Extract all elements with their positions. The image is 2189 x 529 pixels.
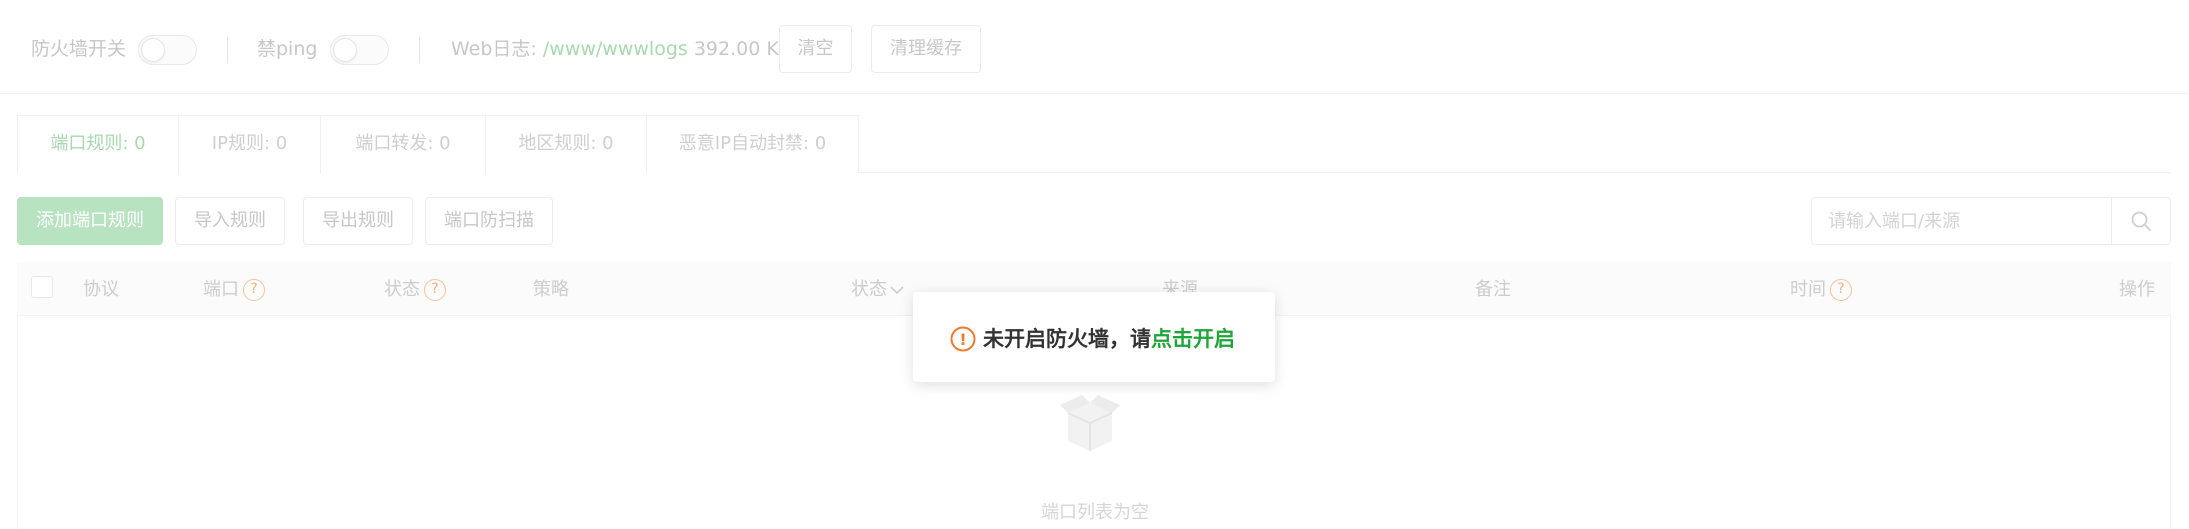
ban-ping-label: 禁ping xyxy=(257,38,318,60)
column-time-label: 时间 xyxy=(1790,279,1826,300)
column-port: 端口? xyxy=(203,278,265,302)
column-protocol[interactable]: 协议 xyxy=(83,278,119,302)
firewall-toolbar: 防火墙开关 禁ping Web日志: /www/wwwlogs 392.00 K… xyxy=(0,0,2189,94)
clear-log-button[interactable]: 清空 xyxy=(779,25,852,73)
column-status-filter[interactable]: 状态 xyxy=(851,278,905,302)
toggle-knob xyxy=(333,38,357,62)
clear-cache-button[interactable]: 清理缓存 xyxy=(871,25,981,73)
web-log-label: Web日志: xyxy=(451,38,537,60)
tab-region-rules[interactable]: 地区规则: 0 xyxy=(486,116,647,174)
search-input[interactable] xyxy=(1812,198,2112,244)
web-log-path-link[interactable]: /www/wwwlogs xyxy=(543,38,688,60)
column-remark: 备注 xyxy=(1475,279,1511,300)
empty-box-icon xyxy=(1060,395,1120,451)
empty-state-text: 端口列表为空 xyxy=(1041,502,1149,523)
export-rules-button[interactable]: 导出规则 xyxy=(303,197,413,245)
column-time: 时间? xyxy=(1790,278,1852,302)
firewall-switch-label: 防火墙开关 xyxy=(31,38,127,60)
column-status-label: 状态 xyxy=(384,279,420,300)
search-button[interactable] xyxy=(2111,198,2170,244)
toggle-knob xyxy=(141,38,165,62)
web-log-info: Web日志: /www/wwwlogs 392.00 KB xyxy=(451,36,792,62)
search-icon xyxy=(2131,211,2151,231)
column-policy: 策略 xyxy=(533,279,569,300)
port-scan-protect-button[interactable]: 端口防扫描 xyxy=(425,197,553,245)
divider xyxy=(419,37,420,63)
column-status: 状态? xyxy=(384,278,446,302)
column-status-filter-label: 状态 xyxy=(851,279,887,300)
port-help-icon[interactable]: ? xyxy=(243,279,265,301)
ban-ping-toggle[interactable] xyxy=(330,35,389,65)
rule-tabs: 端口规则: 0 IP规则: 0 端口转发: 0 地区规则: 0 恶意IP自动封禁… xyxy=(17,115,859,174)
enable-firewall-link[interactable]: 点击开启 xyxy=(1151,327,1235,351)
import-rules-button[interactable]: 导入规则 xyxy=(175,197,285,245)
tab-port-forward[interactable]: 端口转发: 0 xyxy=(321,116,486,174)
tab-malicious-ip-ban[interactable]: 恶意IP自动封禁: 0 xyxy=(647,116,858,174)
select-all-checkbox[interactable] xyxy=(31,276,53,298)
toast-message: 未开启防火墙，请点击开启 xyxy=(983,325,1235,353)
column-port-label: 端口 xyxy=(203,279,239,300)
web-log-size: 392.00 KB xyxy=(693,38,792,60)
tab-ip-rules[interactable]: IP规则: 0 xyxy=(179,116,321,174)
firewall-disabled-toast: ! 未开启防火墙，请点击开启 xyxy=(913,292,1275,382)
column-operation: 操作 xyxy=(2119,279,2155,300)
status-help-icon[interactable]: ? xyxy=(424,279,446,301)
divider xyxy=(227,37,228,63)
tab-port-rules[interactable]: 端口规则: 0 xyxy=(18,116,179,174)
time-help-icon[interactable]: ? xyxy=(1830,279,1852,301)
chevron-down-icon xyxy=(890,286,904,295)
warning-circle-icon: ! xyxy=(950,326,976,352)
add-port-rule-button[interactable]: 添加端口规则 xyxy=(17,197,163,245)
toast-message-text: 未开启防火墙，请 xyxy=(983,327,1151,351)
firewall-switch-toggle[interactable] xyxy=(138,35,197,65)
tabs-underline xyxy=(857,172,2171,173)
rule-search xyxy=(1811,197,2171,245)
warning-glyph: ! xyxy=(959,330,966,349)
